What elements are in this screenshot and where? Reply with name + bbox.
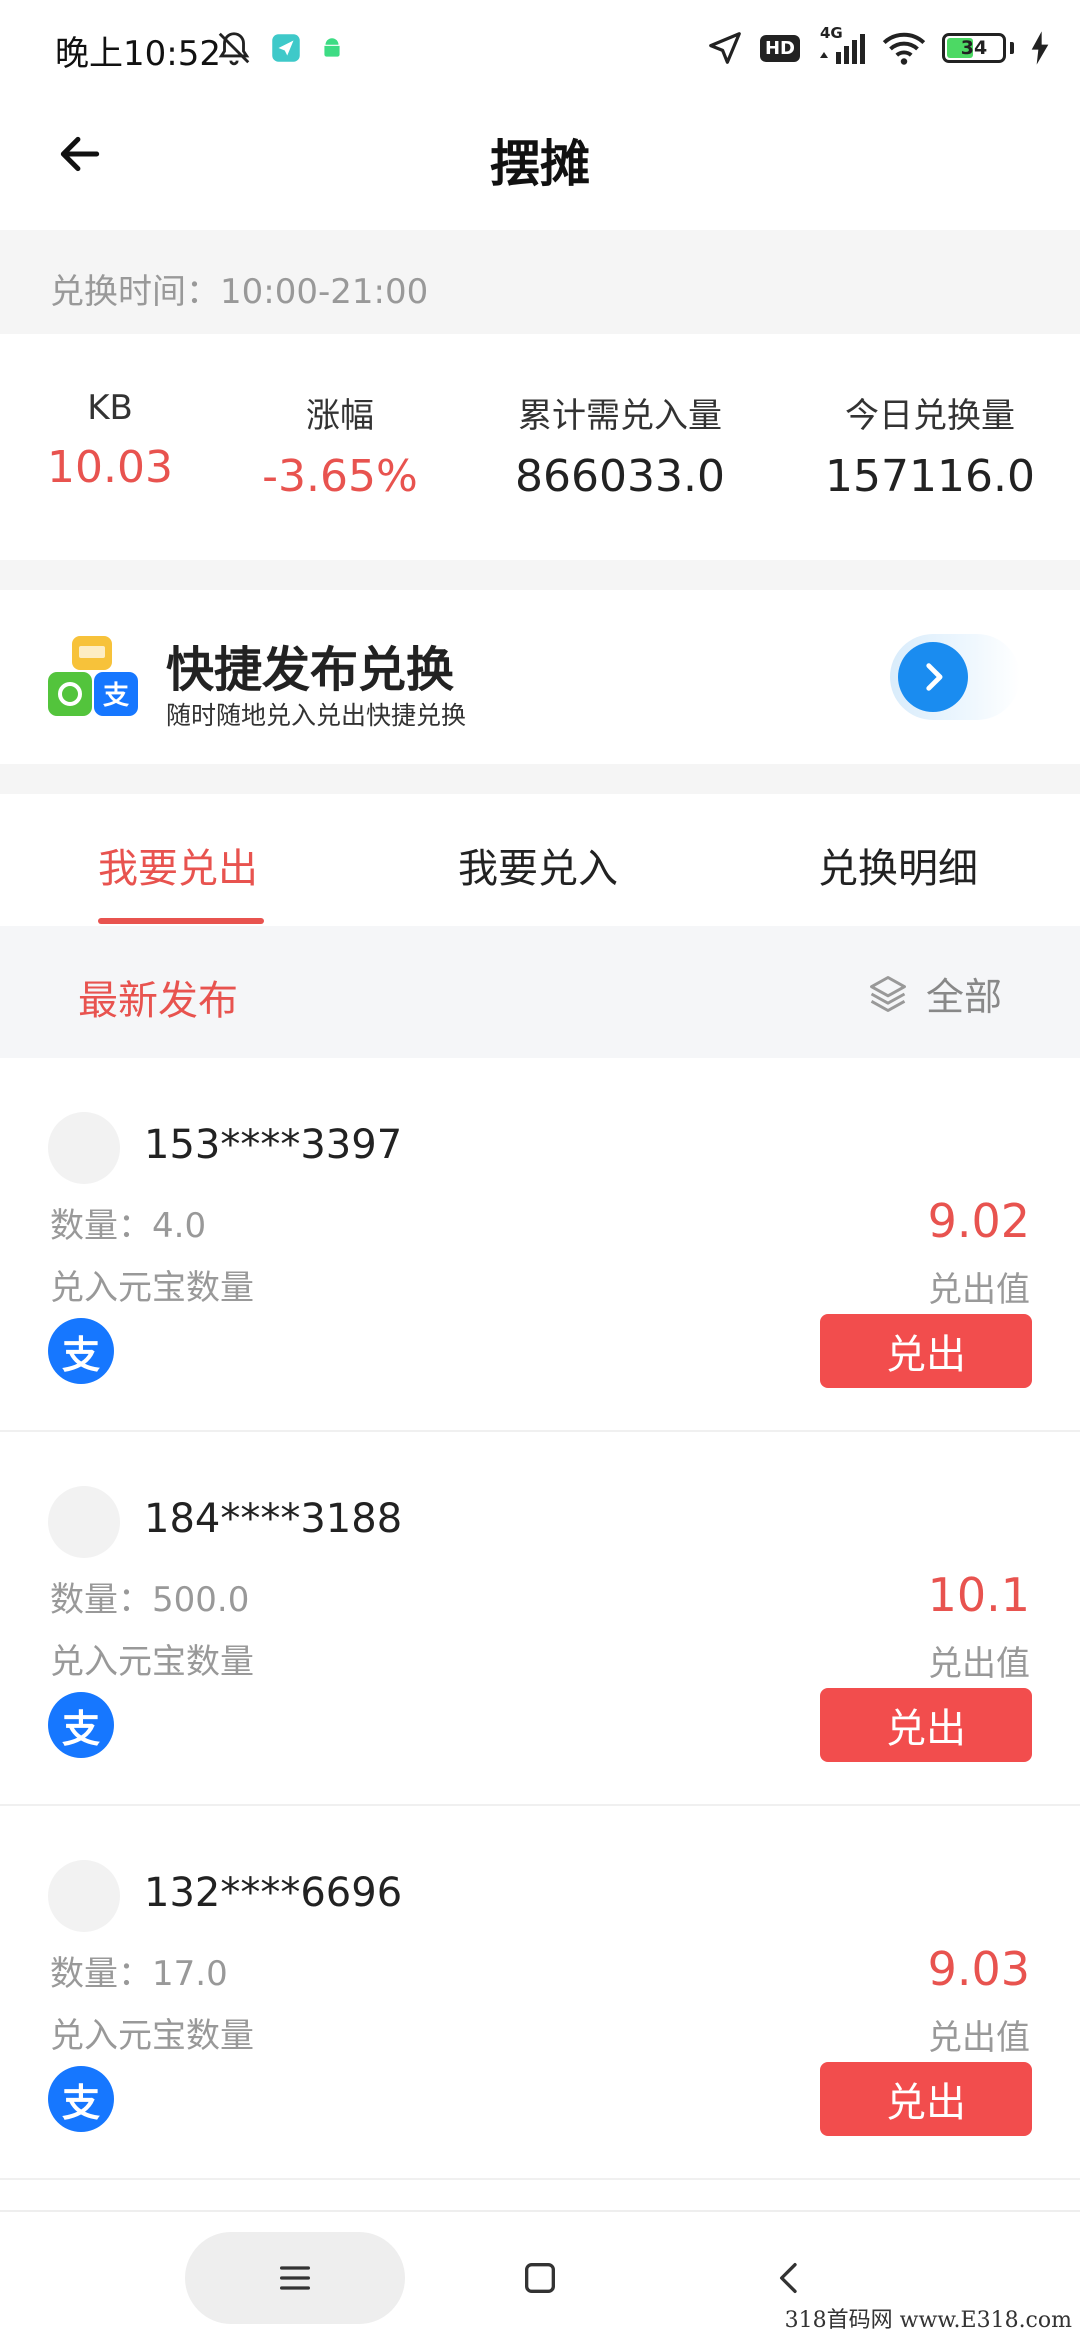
chevron-left-icon — [780, 2263, 797, 2293]
stat-label: 今日兑换量 — [845, 396, 1015, 436]
home-button[interactable] — [500, 2232, 580, 2324]
banner-subtitle: 随时随地兑入兑出快捷兑换 — [166, 701, 467, 730]
price: 10.1 — [927, 1568, 1030, 1622]
bell-off-icon — [218, 32, 250, 66]
recent-apps-button[interactable] — [185, 2232, 405, 2324]
battery-level: 34 — [960, 37, 988, 59]
stat-value: 157116.0 — [825, 451, 1035, 502]
list-item: 184****3188 数量：500.0 兑入元宝数量 支 10.1 兑出值 兑… — [0, 1432, 1080, 1806]
exchange-time-bar: 兑换时间：10:00-21:00 — [0, 230, 1080, 334]
tab-sell[interactable]: 我要兑出 — [98, 836, 258, 894]
stat-today-volume: 今日兑换量 157116.0 — [810, 388, 1050, 502]
price: 9.02 — [927, 1194, 1030, 1248]
exchange-time-text: 兑换时间：10:00-21:00 — [50, 272, 429, 312]
avatar — [48, 1486, 120, 1558]
quick-publish-banner[interactable]: 支 快捷发布兑换 随时随地兑入兑出快捷兑换 — [0, 590, 1080, 764]
price-label: 兑出值 — [928, 2018, 1030, 2058]
divider — [0, 560, 1080, 590]
charging-icon — [1031, 31, 1049, 65]
android-icon — [324, 38, 340, 57]
quantity-description: 兑入元宝数量 — [50, 1268, 254, 1308]
cell-signal-icon: 4G — [816, 24, 866, 68]
stat-label: 累计需兑入量 — [518, 396, 722, 436]
stat-kb: KB 10.03 — [30, 388, 190, 493]
menu-icon — [280, 2266, 310, 2290]
stat-total-needed: 累计需兑入量 866033.0 — [500, 388, 740, 502]
alipay-icon: 支 — [48, 1692, 114, 1758]
divider — [0, 764, 1080, 794]
watermark: 318首码网 www.E318.com — [784, 2308, 1072, 2333]
filter-bar: 最新发布 全部 — [0, 926, 1080, 1058]
tab-details[interactable]: 兑换明细 — [818, 836, 978, 894]
stat-label: KB — [87, 388, 133, 428]
layers-icon — [870, 975, 906, 1012]
square-icon — [525, 2263, 555, 2293]
sell-button[interactable]: 兑出 — [820, 1688, 1032, 1762]
price-label: 兑出值 — [928, 1644, 1030, 1684]
tab-active-indicator — [98, 918, 264, 924]
avatar — [48, 1860, 120, 1932]
list-item: 153****3397 数量：4.0 兑入元宝数量 支 9.02 兑出值 兑出 — [0, 1058, 1080, 1432]
wifi-icon — [882, 32, 926, 65]
status-bar: 晚上10:52 HD 4G 34 — [0, 0, 1080, 96]
alipay-icon: 支 — [48, 2066, 114, 2132]
sell-button[interactable]: 兑出 — [820, 2062, 1032, 2136]
page-title: 摆摊 — [490, 135, 590, 193]
send-app-icon — [272, 34, 300, 62]
payment-apps-icon: 支 — [48, 636, 138, 716]
hd-badge: HD — [759, 34, 800, 62]
avatar — [48, 1112, 120, 1184]
price: 9.03 — [927, 1942, 1030, 1996]
list-item: 132****6696 数量：17.0 兑入元宝数量 支 9.03 兑出值 兑出 — [0, 1806, 1080, 2180]
status-left-icons — [215, 26, 345, 70]
stat-value: 866033.0 — [515, 451, 725, 502]
tab-bar: 我要兑出 我要兑入 兑换明细 — [0, 794, 1080, 926]
stat-change: 涨幅 -3.65% — [250, 388, 430, 502]
quantity: 数量：4.0 — [50, 1206, 207, 1246]
quantity: 数量：500.0 — [50, 1580, 250, 1620]
seller-phone: 184****3188 — [144, 1496, 403, 1542]
filter-all-button[interactable]: 全部 — [866, 966, 1002, 1021]
battery-icon: 34 — [942, 33, 1006, 63]
seller-phone: 153****3397 — [144, 1122, 403, 1168]
seller-phone: 132****6696 — [144, 1870, 403, 1916]
chevron-right-icon — [926, 663, 943, 691]
app-header: 摆摊 — [0, 96, 1080, 230]
status-right-icons: HD 4G 34 — [706, 24, 1050, 72]
listing-list: 153****3397 数量：4.0 兑入元宝数量 支 9.02 兑出值 兑出 … — [0, 1058, 1080, 2180]
stat-value: -3.65% — [262, 451, 418, 502]
tab-buy[interactable]: 我要兑入 — [458, 836, 618, 894]
market-stats: KB 10.03 涨幅 -3.65% 累计需兑入量 866033.0 今日兑换量… — [0, 334, 1080, 560]
location-arrow-icon — [709, 32, 741, 64]
quantity: 数量：17.0 — [50, 1954, 228, 1994]
quantity-description: 兑入元宝数量 — [50, 2016, 254, 2056]
status-time: 晚上10:52 — [55, 34, 221, 74]
stat-label: 涨幅 — [306, 396, 374, 436]
svg-text:支: 支 — [103, 681, 129, 711]
quantity-description: 兑入元宝数量 — [50, 1642, 254, 1682]
sell-button[interactable]: 兑出 — [820, 1314, 1032, 1388]
filter-all-label: 全部 — [925, 975, 1002, 1019]
banner-title: 快捷发布兑换 — [166, 642, 455, 698]
price-label: 兑出值 — [928, 1270, 1030, 1310]
banner-go-button[interactable] — [890, 634, 1020, 720]
latest-published-label[interactable]: 最新发布 — [78, 968, 238, 1026]
alipay-icon: 支 — [48, 1318, 114, 1384]
stat-value: 10.03 — [47, 442, 173, 493]
